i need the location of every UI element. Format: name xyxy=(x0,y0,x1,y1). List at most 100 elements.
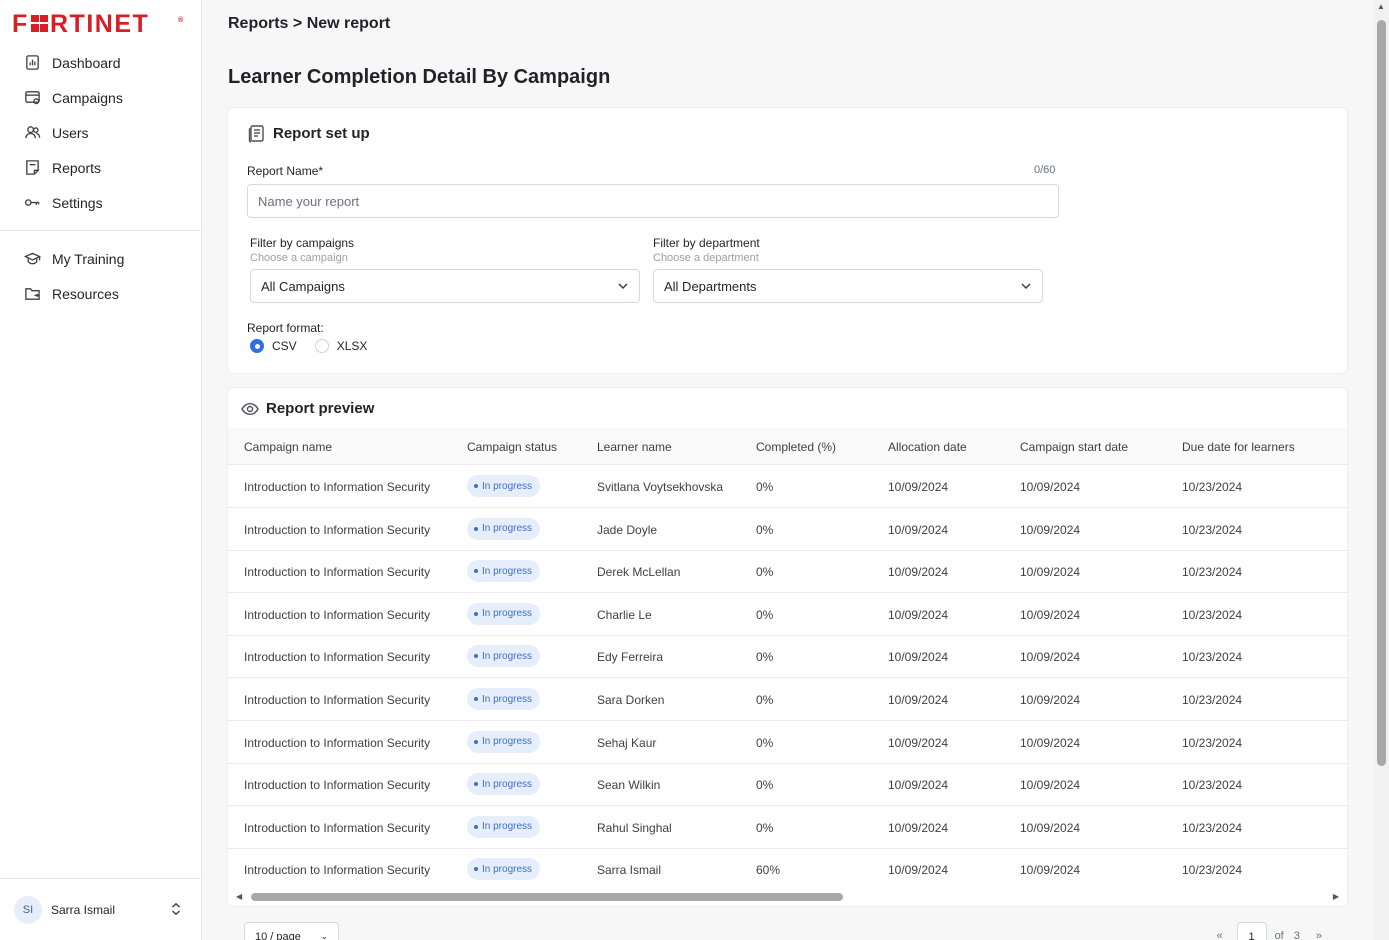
table-row[interactable]: Introduction to Information Security In p… xyxy=(228,550,1347,594)
report-name-input[interactable] xyxy=(247,184,1059,218)
cell-learner-name: Svitlana Voytsekhovska xyxy=(597,480,724,494)
table-row[interactable]: Introduction to Information Security In p… xyxy=(228,635,1347,679)
table-row[interactable]: Introduction to Information Security In p… xyxy=(228,508,1347,551)
table-row[interactable]: Introduction to Information Security In p… xyxy=(228,721,1347,764)
cell-allocation-date: 10/09/2024 xyxy=(888,650,949,665)
fortinet-wordmark: F RTINET ® xyxy=(12,12,183,36)
column-header-due-date[interactable]: Due date for learners xyxy=(1182,440,1295,454)
cell-due-date: 10/23/2024 xyxy=(1182,820,1243,835)
sidebar-item-dashboard[interactable]: Dashboard xyxy=(0,45,201,80)
column-header-campaign-status[interactable]: Campaign status xyxy=(467,440,557,454)
horizontal-scrollbar-thumb[interactable] xyxy=(251,893,843,901)
status-badge-label: In progress xyxy=(482,778,533,790)
first-page-icon[interactable]: « xyxy=(1210,922,1228,940)
department-filter-hint: Choose a department xyxy=(653,252,759,264)
column-header-campaign-start-date[interactable]: Campaign start date xyxy=(1020,440,1128,454)
primary-nav: Dashboard Campaigns Users Reports Settin… xyxy=(0,45,201,311)
cell-allocation-date: 10/09/2024 xyxy=(888,480,949,494)
report-setup-title: Report set up xyxy=(247,124,370,143)
sidebar-item-label: Dashboard xyxy=(52,54,121,71)
table-row[interactable]: Introduction to Information Security In p… xyxy=(228,848,1347,892)
table-row[interactable]: Introduction to Information Security In p… xyxy=(228,763,1347,807)
cell-campaign-name: Introduction to Information Security xyxy=(244,863,431,878)
table-row[interactable]: Introduction to Information Security In p… xyxy=(228,806,1347,849)
fortinet-logo[interactable]: F RTINET ® xyxy=(12,12,184,36)
scroll-left-arrow-icon[interactable]: ◀ xyxy=(236,892,242,901)
cell-due-date: 10/23/2024 xyxy=(1182,565,1243,580)
page-title: Learner Completion Detail By Campaign xyxy=(228,66,611,88)
cell-completed: 0% xyxy=(756,820,774,835)
status-dot-icon xyxy=(474,782,478,787)
campaign-select[interactable]: All Campaigns xyxy=(250,269,640,303)
horizontal-scrollbar[interactable]: ◀ ▶ xyxy=(228,888,1347,906)
column-header-campaign-name[interactable]: Campaign name xyxy=(244,440,332,454)
chevron-updown-icon[interactable] xyxy=(169,902,183,917)
cell-campaign-name: Introduction to Information Security xyxy=(244,480,431,494)
status-badge: In progress xyxy=(467,645,541,668)
vertical-scrollbar-thumb[interactable] xyxy=(1377,20,1386,766)
nav-divider xyxy=(0,230,201,231)
cell-campaign-start-date: 10/09/2024 xyxy=(1020,693,1081,707)
cell-allocation-date: 10/09/2024 xyxy=(888,565,949,580)
cell-learner-name: Edy Ferreira xyxy=(597,650,664,665)
status-badge-label: In progress xyxy=(482,565,533,577)
graduation-cap-icon xyxy=(24,252,41,265)
status-dot-icon xyxy=(474,697,478,701)
page-size-select[interactable]: 10 / page ⌄ xyxy=(244,922,339,940)
status-badge: In progress xyxy=(467,475,541,497)
column-header-allocation-date[interactable]: Allocation date xyxy=(888,440,967,454)
csv-radio-label[interactable]: CSV xyxy=(272,339,297,353)
page-of-label: of xyxy=(1274,930,1284,940)
status-dot-icon xyxy=(474,484,478,488)
table-row[interactable]: Introduction to Information Security In p… xyxy=(228,465,1347,508)
cell-learner-name: Charlie Le xyxy=(597,607,652,622)
sidebar-item-my-training[interactable]: My Training xyxy=(0,241,201,276)
vertical-scrollbar[interactable]: ▲ xyxy=(1374,0,1389,940)
sidebar-item-users[interactable]: Users xyxy=(0,115,201,150)
column-header-learner-name[interactable]: Learner name xyxy=(597,440,672,454)
sidebar-item-campaigns[interactable]: Campaigns xyxy=(0,80,201,115)
report-format-radio-group: CSV XLSX xyxy=(250,339,385,353)
sidebar-item-resources[interactable]: Resources xyxy=(0,276,201,311)
sidebar-item-settings[interactable]: Settings xyxy=(0,185,201,220)
status-badge: In progress xyxy=(467,560,541,583)
cell-campaign-name: Introduction to Information Security xyxy=(244,778,431,793)
cell-learner-name: Sean Wilkin xyxy=(597,778,661,793)
status-badge-label: In progress xyxy=(482,736,533,748)
status-badge-label: In progress xyxy=(482,608,533,620)
report-name-label: Report Name* xyxy=(247,164,324,178)
cell-allocation-date: 10/09/2024 xyxy=(888,863,949,878)
cell-campaign-name: Introduction to Information Security xyxy=(244,607,431,622)
xlsx-radio-label[interactable]: XLSX xyxy=(337,339,368,353)
cell-campaign-name: Introduction to Information Security xyxy=(244,735,431,750)
cell-learner-name: Jade Doyle xyxy=(597,522,658,537)
users-icon xyxy=(25,126,41,139)
status-badge-label: In progress xyxy=(482,480,533,492)
cell-campaign-start-date: 10/09/2024 xyxy=(1020,522,1081,537)
cell-campaign-start-date: 10/09/2024 xyxy=(1020,565,1081,580)
table-row[interactable]: Introduction to Information Security In p… xyxy=(228,678,1347,721)
report-preview-label: Report preview xyxy=(266,400,375,417)
current-page-input[interactable]: 1 xyxy=(1236,922,1267,940)
status-badge-label: In progress xyxy=(482,821,533,833)
column-header-completed[interactable]: Completed (%) xyxy=(756,440,836,454)
sidebar-item-reports[interactable]: Reports xyxy=(0,150,201,185)
breadcrumb[interactable]: Reports > New report xyxy=(228,15,390,33)
cell-allocation-date: 10/09/2024 xyxy=(888,522,949,537)
chevron-down-icon xyxy=(618,283,628,290)
cell-allocation-date: 10/09/2024 xyxy=(888,820,949,835)
cell-completed: 0% xyxy=(756,735,774,750)
scroll-up-arrow-icon[interactable]: ▲ xyxy=(1377,2,1385,11)
table-row[interactable]: Introduction to Information Security In p… xyxy=(228,593,1347,636)
xlsx-radio[interactable] xyxy=(314,339,329,353)
cell-campaign-name: Introduction to Information Security xyxy=(244,820,431,835)
user-menu[interactable]: SI Sarra Ismail xyxy=(0,878,201,940)
department-select[interactable]: All Departments xyxy=(653,269,1043,303)
svg-text:F: F xyxy=(12,12,29,36)
status-dot-icon xyxy=(474,569,478,574)
last-page-icon[interactable]: » xyxy=(1310,922,1328,940)
total-pages: 3 xyxy=(1293,930,1300,940)
pagination: 10 / page ⌄ « 1 of 3 » xyxy=(227,921,1348,940)
scroll-right-arrow-icon[interactable]: ▶ xyxy=(1333,892,1339,901)
csv-radio[interactable] xyxy=(250,339,264,353)
